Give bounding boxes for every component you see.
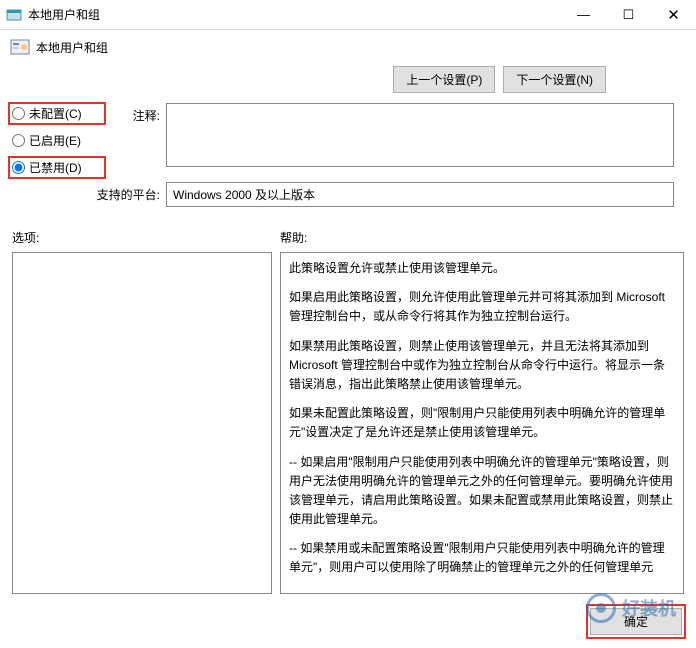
help-p4: 如果未配置此策略设置，则"限制用户只能使用列表中明确允许的管理单元"设置决定了是… — [289, 404, 675, 442]
radio-not-configured-input[interactable] — [12, 107, 25, 120]
minimize-button[interactable]: — — [561, 0, 606, 30]
platform-value: Windows 2000 及以上版本 — [166, 182, 674, 207]
options-panel[interactable] — [12, 252, 272, 594]
ok-button[interactable]: 确定 — [590, 608, 682, 635]
section-header: 本地用户和组 — [0, 30, 696, 62]
radio-not-configured-label: 未配置(C) — [29, 105, 82, 122]
titlebar: 本地用户和组 — ☐ ✕ — [0, 0, 696, 30]
prev-setting-button[interactable]: 上一个设置(P) — [393, 66, 495, 93]
radio-disabled-label: 已禁用(D) — [29, 159, 82, 176]
bottom-bar: 确定 好装机 — [0, 598, 696, 645]
maximize-button[interactable]: ☐ — [606, 0, 651, 30]
platform-label: 支持的平台: — [12, 186, 166, 203]
radio-disabled[interactable]: 已禁用(D) — [12, 159, 102, 176]
help-p2: 如果启用此策略设置，则允许使用此管理单元并可将其添加到 Microsoft 管理… — [289, 288, 675, 326]
radio-enabled-input[interactable] — [12, 134, 25, 147]
comment-textarea[interactable] — [166, 103, 674, 167]
radio-enabled[interactable]: 已启用(E) — [12, 132, 102, 149]
radio-disabled-input[interactable] — [12, 161, 25, 174]
top-buttons: 上一个设置(P) 下一个设置(N) — [0, 62, 696, 101]
help-p5: -- 如果启用"限制用户只能使用列表中明确允许的管理单元"策略设置，则用户无法使… — [289, 453, 675, 530]
app-icon — [6, 7, 22, 23]
help-p1: 此策略设置允许或禁止使用该管理单元。 — [289, 259, 675, 278]
titlebar-title: 本地用户和组 — [28, 6, 561, 23]
section-title: 本地用户和组 — [36, 39, 108, 56]
radio-enabled-label: 已启用(E) — [29, 132, 81, 149]
window-controls: — ☐ ✕ — [561, 0, 696, 30]
platform-row: 支持的平台: Windows 2000 及以上版本 — [0, 178, 696, 213]
help-panel[interactable]: 此策略设置允许或禁止使用该管理单元。 如果启用此策略设置，则允许使用此管理单元并… — [280, 252, 684, 594]
next-setting-button[interactable]: 下一个设置(N) — [503, 66, 606, 93]
options-label: 选项: — [12, 229, 280, 246]
radio-not-configured[interactable]: 未配置(C) — [12, 105, 102, 122]
config-row: 未配置(C) 已启用(E) 已禁用(D) 注释: — [0, 101, 696, 178]
help-p6: -- 如果禁用或未配置策略设置"限制用户只能使用列表中明确允许的管理单元"，则用… — [289, 539, 675, 577]
comment-label: 注释: — [102, 103, 166, 124]
panels: 此策略设置允许或禁止使用该管理单元。 如果启用此策略设置，则允许使用此管理单元并… — [0, 250, 696, 598]
close-button[interactable]: ✕ — [651, 0, 696, 30]
help-p3: 如果禁用此策略设置，则禁止使用该管理单元，并且无法将其添加到 Microsoft… — [289, 337, 675, 395]
radio-column: 未配置(C) 已启用(E) 已禁用(D) — [12, 103, 102, 176]
help-label: 帮助: — [280, 229, 686, 246]
comment-box — [166, 103, 674, 170]
section-icon — [10, 38, 30, 56]
mid-labels: 选项: 帮助: — [0, 213, 696, 250]
